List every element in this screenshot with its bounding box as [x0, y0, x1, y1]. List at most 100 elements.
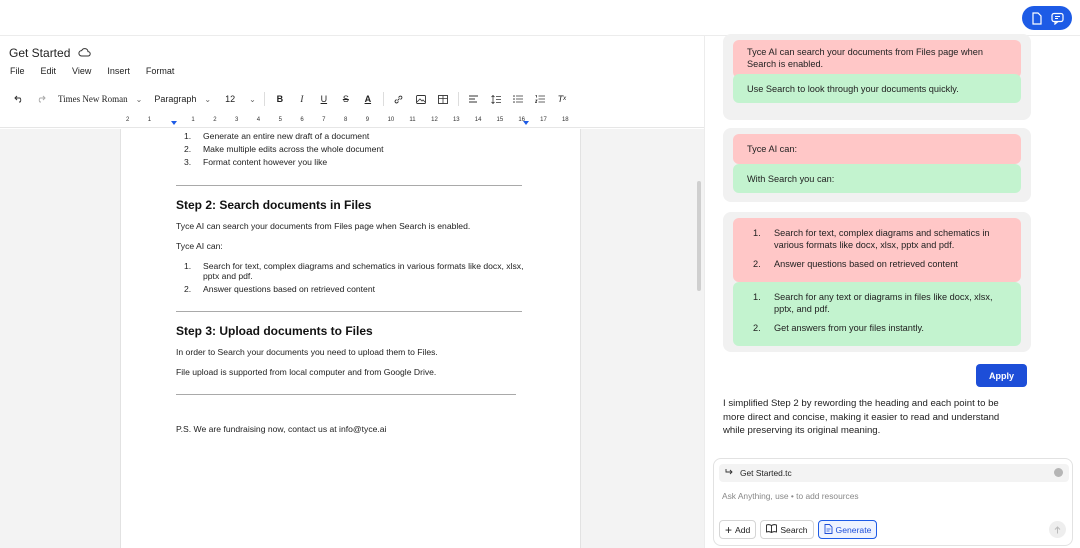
undo-icon[interactable]: [8, 90, 30, 108]
suggestion-card: Tyce AI can: With Search you can:: [723, 128, 1031, 202]
generate-label: Generate: [835, 524, 872, 535]
step2-paragraph: Tyce AI can search your documents from F…: [176, 220, 471, 231]
align-left-icon[interactable]: [463, 90, 485, 108]
menu-file[interactable]: File: [10, 66, 25, 76]
ruler: 2 1 1 2 3 4 5 6 7 8 9 10 11 12 13 14 15 16 17 18: [0, 112, 704, 128]
plus-icon: +: [725, 522, 733, 537]
search-button[interactable]: Search: [760, 520, 814, 539]
generate-button[interactable]: Generate: [817, 520, 878, 539]
ps-paragraph: P.S. We are fundraising now, contact us …: [176, 423, 387, 434]
italic-icon[interactable]: I: [291, 90, 313, 108]
ruler-number: 8: [343, 117, 348, 123]
ruler-number: 4: [256, 117, 261, 123]
line-spacing-icon[interactable]: [485, 90, 507, 108]
suggestion-card: Tyce AI can search your documents from F…: [723, 34, 1031, 120]
step3-heading: Step 3: Upload documents to Files: [176, 323, 373, 338]
list-item: 2. Make multiple edits across the whole d…: [184, 144, 384, 154]
ruler-number: 6: [300, 117, 304, 123]
ruler-number: 16: [518, 117, 526, 123]
composer-actions: + Add Search Generate: [719, 520, 878, 539]
search-label: Search: [780, 524, 808, 535]
menu-edit[interactable]: Edit: [41, 66, 57, 76]
paragraph-style-select[interactable]: Paragraph ⌄: [154, 90, 211, 108]
attachment-arrow-icon: [725, 468, 734, 478]
chevron-down-icon: ⌄: [204, 94, 212, 104]
menu-view[interactable]: View: [72, 66, 91, 76]
remove-attachment-icon[interactable]: [1054, 468, 1063, 477]
ruler-number: 15: [496, 117, 504, 123]
link-icon[interactable]: [388, 90, 410, 108]
add-label: Add: [735, 524, 751, 535]
redo-icon[interactable]: [30, 90, 52, 108]
ruler-number: 10: [387, 117, 395, 123]
chat-icon[interactable]: [1049, 9, 1067, 27]
arrow-up-icon: [1054, 525, 1061, 533]
formatting-toolbar: Times New Roman ⌄ Paragraph ⌄ 12 ⌄ B I U S …: [0, 87, 704, 111]
attached-resource[interactable]: Get Started.tc: [719, 464, 1069, 482]
toolbar-divider: [263, 92, 265, 106]
search-capabilities-list: 1. Search for text, complex diagrams and …: [176, 261, 526, 295]
strikethrough-icon[interactable]: S: [335, 90, 357, 108]
horizontal-rule: [176, 393, 516, 395]
removed-text: Tyce AI can:: [733, 134, 1021, 164]
list-item: 2. Get answers from your files instantly.: [753, 323, 924, 333]
removed-text: Tyce AI can search your documents from F…: [733, 40, 1021, 78]
step2-heading: Step 2: Search documents in Files: [176, 197, 372, 212]
send-button[interactable]: [1049, 521, 1066, 538]
menu-bar: File Edit View Insert Format: [10, 66, 190, 76]
generate-doc-icon: [824, 523, 833, 536]
left-indent-marker[interactable]: [171, 121, 177, 125]
chevron-down-icon: ⌄: [249, 94, 256, 104]
list-item: 1. Search for text, complex diagrams and …: [184, 260, 524, 282]
right-indent-marker[interactable]: [523, 121, 529, 125]
list-item: 1. Search for text, complex diagrams and …: [753, 228, 990, 250]
clear-format-icon[interactable]: Tx: [551, 90, 573, 108]
bold-icon[interactable]: B: [269, 90, 291, 108]
list-item: 1. Search for any text or diagrams in fil…: [753, 292, 993, 314]
numbered-list-icon[interactable]: [529, 90, 551, 108]
chat-composer: Get Started.tc Ask Anything, use • to ad…: [713, 458, 1073, 546]
added-list-items: 1. Search for any text or diagrams in fil…: [753, 291, 1007, 334]
add-button[interactable]: + Add: [719, 520, 757, 539]
table-icon[interactable]: [432, 90, 454, 108]
top-bar: [0, 0, 1080, 36]
list-item: 2. Answer questions based on retrieved co…: [753, 259, 958, 269]
removed-list: 1. Search for text, complex diagrams and …: [733, 218, 1021, 282]
bullet-list-icon[interactable]: [507, 90, 529, 108]
book-icon: [766, 524, 778, 535]
ruler-number: 1: [147, 117, 152, 123]
ruler-number: 14: [474, 117, 482, 123]
ruler-number: 5: [278, 117, 282, 123]
feature-list: 1. Generate an entire new draft of a docu…: [176, 131, 526, 168]
font-family-value: Times New Roman: [58, 94, 128, 104]
document-page[interactable]: 1. Generate an entire new draft of a docu…: [120, 129, 581, 548]
step2-paragraph: Tyce AI can:: [176, 240, 223, 251]
document-icon[interactable]: [1028, 9, 1046, 27]
text-color-icon[interactable]: A: [357, 90, 379, 108]
ruler-number: 2: [213, 117, 217, 123]
doc-title[interactable]: Get Started: [9, 46, 70, 60]
ruler-number: 3: [234, 117, 239, 123]
menu-format[interactable]: Format: [146, 66, 175, 76]
underline-icon[interactable]: U: [313, 90, 335, 108]
attachment-name: Get Started.tc: [740, 468, 792, 478]
font-family-select[interactable]: Times New Roman ⌄: [58, 90, 142, 108]
ruler-number: 11: [409, 117, 416, 123]
document-body: 1. Generate an entire new draft of a docu…: [176, 129, 526, 435]
added-list: 1. Search for any text or diagrams in fil…: [733, 282, 1021, 346]
menu-insert[interactable]: Insert: [107, 66, 130, 76]
ruler-number: 18: [561, 117, 569, 123]
chat-input[interactable]: Ask Anything, use • to add resources: [722, 491, 859, 501]
removed-list-items: 1. Search for text, complex diagrams and …: [753, 227, 1007, 270]
image-icon[interactable]: [410, 90, 432, 108]
view-toggle[interactable]: [1022, 6, 1072, 30]
document-canvas: 1. Generate an entire new draft of a docu…: [0, 129, 704, 548]
cloud-icon: [78, 44, 92, 62]
apply-button[interactable]: Apply: [976, 364, 1027, 387]
step3-paragraph: In order to Search your documents you ne…: [176, 346, 438, 357]
ruler-number: 2: [126, 117, 130, 123]
font-size-select[interactable]: 12 ⌄: [225, 90, 256, 108]
step3-paragraph: File upload is supported from local comp…: [176, 366, 437, 377]
horizontal-rule: [176, 310, 522, 312]
document-scrollbar[interactable]: [697, 181, 701, 291]
